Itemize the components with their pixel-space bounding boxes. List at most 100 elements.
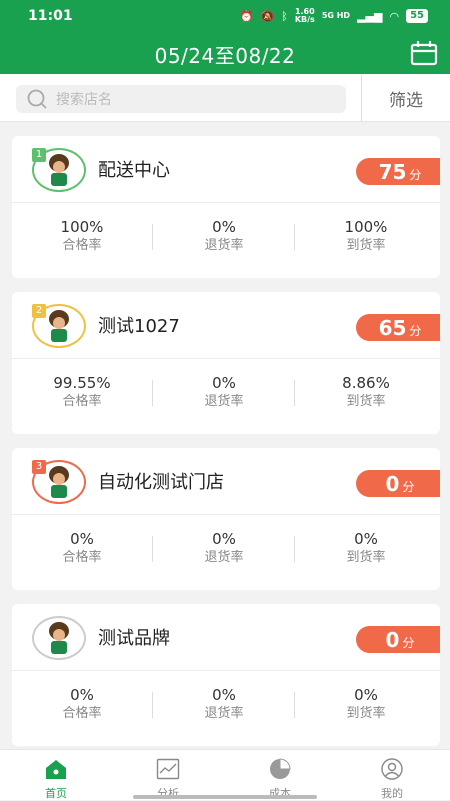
tab-home[interactable]: 首页 <box>0 750 112 800</box>
status-icons: ⏰ 🔕 ᛒ 1.60 KB/s 5G HD ▂▄▆ ◠ 55 <box>240 8 428 24</box>
tab-label: 我的 <box>381 787 403 800</box>
status-time: 11:01 <box>28 8 73 24</box>
signal-icon: ▂▄▆ <box>357 9 383 23</box>
metric-label: 到货率 <box>346 550 386 565</box>
metric-label: 到货率 <box>346 394 386 409</box>
metric-return-rate: 0% 退货率 <box>154 686 294 723</box>
metric-label: 合格率 <box>62 550 102 565</box>
divider <box>12 358 440 359</box>
wifi-icon: ◠ <box>389 9 400 23</box>
metric-value: 8.86% <box>342 374 390 392</box>
metric-value: 0% <box>354 530 378 548</box>
score-value: 75 <box>378 159 407 184</box>
header: 05/24至08/22 <box>0 32 450 74</box>
metric-label: 合格率 <box>62 238 102 253</box>
metric-value: 0% <box>70 686 94 704</box>
divider <box>152 224 153 250</box>
rank-badge: 1 <box>32 148 46 162</box>
metric-label: 合格率 <box>62 394 102 409</box>
search-icon <box>27 89 47 109</box>
store-card[interactable]: 3 自动化测试门店 0 分 0% 合格率 0% 退货率 0% 到货率 <box>12 448 440 590</box>
divider <box>294 224 295 250</box>
divider <box>12 202 440 203</box>
metric-value: 0% <box>354 686 378 704</box>
avatar: 1 <box>32 148 86 192</box>
score-value: 0 <box>385 471 400 496</box>
metric-label: 退货率 <box>204 394 244 409</box>
metric-value: 0% <box>212 530 236 548</box>
metric-value: 0% <box>70 530 94 548</box>
tab-bar: 首页 分析 成本 我的 <box>0 749 450 800</box>
metric-arrival-rate: 0% 到货率 <box>296 686 436 723</box>
tab-cost[interactable]: 成本 <box>224 750 336 800</box>
rank-badge: 2 <box>32 304 46 318</box>
alarm-icon: ⏰ <box>239 9 254 23</box>
store-name: 测试品牌 <box>98 628 170 649</box>
store-card[interactable]: 1 配送中心 75 分 100% 合格率 0% 退货率 100% 到货率 <box>12 136 440 278</box>
divider <box>12 670 440 671</box>
date-range-title[interactable]: 05/24至08/22 <box>0 40 450 69</box>
metric-return-rate: 0% 退货率 <box>154 218 294 255</box>
metric-value: 0% <box>212 374 236 392</box>
bluetooth-icon: ᛒ <box>281 9 288 23</box>
store-list[interactable]: 1 配送中心 75 分 100% 合格率 0% 退货率 100% 到货率 2 测… <box>0 122 450 749</box>
score-badge: 0 分 <box>356 470 440 497</box>
avatar-image <box>49 622 69 654</box>
mute-icon: 🔕 <box>260 9 275 23</box>
tab-label: 首页 <box>45 787 67 800</box>
network-type: 5G HD <box>321 11 351 20</box>
filter-button[interactable]: 筛选 <box>362 74 450 122</box>
store-name: 测试1027 <box>98 316 180 337</box>
score-unit: 分 <box>402 479 415 494</box>
status-bar: 11:01 ⏰ 🔕 ᛒ 1.60 KB/s 5G HD ▂▄▆ ◠ 55 <box>0 0 450 32</box>
metric-arrival-rate: 8.86% 到货率 <box>296 374 436 411</box>
calendar-icon <box>410 41 438 66</box>
divider <box>12 514 440 515</box>
search-input[interactable]: 搜索店名 <box>16 85 346 113</box>
metric-value: 0% <box>212 686 236 704</box>
home-indicator[interactable] <box>133 795 317 799</box>
avatar: 3 <box>32 460 86 504</box>
metric-label: 合格率 <box>62 706 102 721</box>
metric-label: 退货率 <box>204 238 244 253</box>
divider <box>152 536 153 562</box>
search-bar: 搜索店名 筛选 <box>0 74 450 122</box>
metric-label: 退货率 <box>204 550 244 565</box>
store-name: 自动化测试门店 <box>98 472 224 493</box>
divider <box>294 536 295 562</box>
metric-pass-rate: 100% 合格率 <box>12 218 152 255</box>
metric-value: 99.55% <box>53 374 111 392</box>
score-unit: 分 <box>409 167 422 182</box>
metric-return-rate: 0% 退货率 <box>154 374 294 411</box>
metric-value: 100% <box>60 218 104 236</box>
metric-pass-rate: 99.55% 合格率 <box>12 374 152 411</box>
tab-analysis[interactable]: 分析 <box>112 750 224 800</box>
metric-pass-rate: 0% 合格率 <box>12 686 152 723</box>
pie-icon <box>270 758 291 779</box>
metric-label: 到货率 <box>346 238 386 253</box>
metric-value: 100% <box>344 218 388 236</box>
score-badge: 0 分 <box>356 626 440 653</box>
avatar: 2 <box>32 304 86 348</box>
score-badge: 75 分 <box>356 158 440 185</box>
store-card[interactable]: 2 测试1027 65 分 99.55% 合格率 0% 退货率 8.86% 到货… <box>12 292 440 434</box>
rank-badge: 3 <box>32 460 46 474</box>
score-value: 0 <box>385 627 400 652</box>
battery-indicator: 55 <box>406 9 428 23</box>
calendar-button[interactable] <box>410 40 438 66</box>
divider <box>152 692 153 718</box>
score-badge: 65 分 <box>356 314 440 341</box>
network-speed: 1.60 KB/s <box>294 7 315 24</box>
tab-mine[interactable]: 我的 <box>336 750 448 800</box>
search-placeholder: 搜索店名 <box>56 92 112 108</box>
home-icon <box>46 760 66 779</box>
avatar <box>32 616 86 660</box>
score-unit: 分 <box>409 323 422 338</box>
store-card[interactable]: 测试品牌 0 分 0% 合格率 0% 退货率 0% 到货率 <box>12 604 440 746</box>
user-icon <box>381 758 403 780</box>
divider <box>294 692 295 718</box>
metric-return-rate: 0% 退货率 <box>154 530 294 567</box>
divider <box>294 380 295 406</box>
metric-arrival-rate: 100% 到货率 <box>296 218 436 255</box>
metric-pass-rate: 0% 合格率 <box>12 530 152 567</box>
